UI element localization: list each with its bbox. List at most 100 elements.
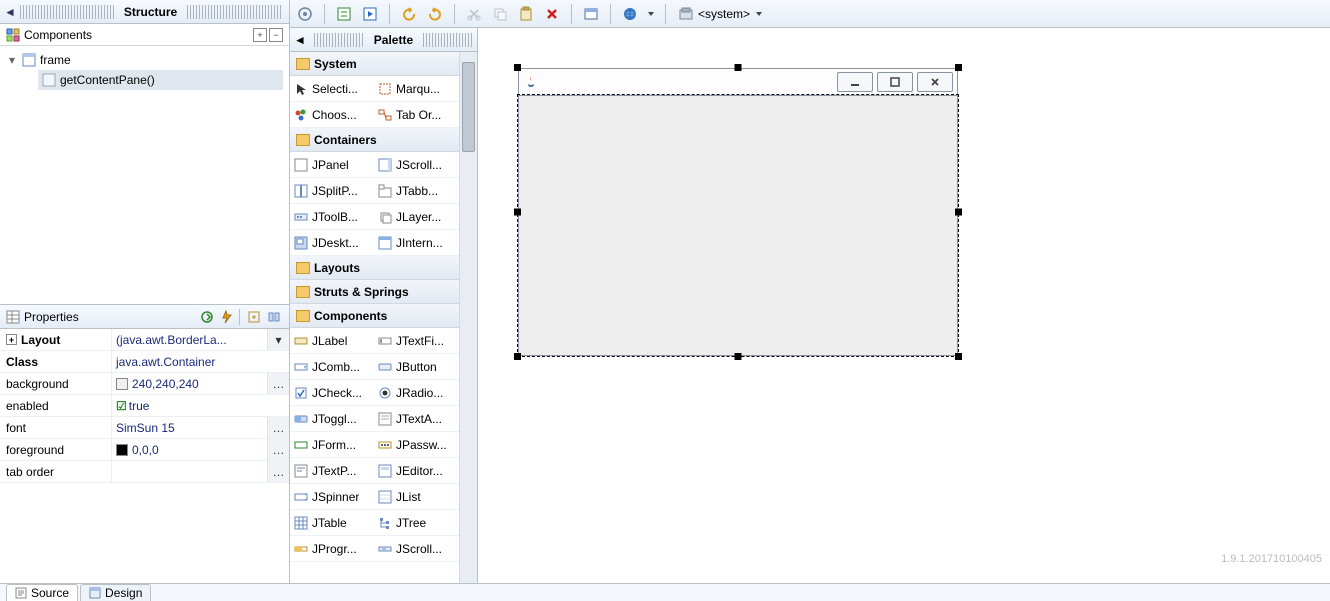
collapse-all-button[interactable]: − <box>269 28 283 42</box>
reparse-button[interactable] <box>359 3 381 25</box>
refresh-button[interactable] <box>294 3 316 25</box>
palette-item-jbutton[interactable]: JButton <box>374 354 458 379</box>
design-canvas[interactable]: 1.9.1.201710100405 <box>478 28 1330 583</box>
dropdown-icon[interactable] <box>754 9 764 19</box>
palette-item-jeditorpane[interactable]: JEditor... <box>374 458 458 483</box>
dropdown-icon[interactable]: ▾ <box>267 329 289 350</box>
maximize-button[interactable] <box>877 72 913 92</box>
prop-row-enabled[interactable]: enabled ☑true <box>0 395 289 417</box>
resize-handle[interactable] <box>514 353 521 360</box>
test-button[interactable] <box>333 3 355 25</box>
palette-item-jlist[interactable]: JList <box>374 484 458 509</box>
palette-item-jlayeredpane[interactable]: JLayer... <box>374 204 458 229</box>
palette-item-jtogglebutton[interactable]: JToggl... <box>290 406 374 431</box>
palette-item-jlabel[interactable]: JLabel <box>290 328 374 353</box>
close-button[interactable] <box>917 72 953 92</box>
undo-button[interactable] <box>398 3 420 25</box>
palette-category-containers[interactable]: Containers <box>290 128 459 152</box>
tab-design[interactable]: Design <box>80 584 151 601</box>
show-events-button[interactable] <box>218 308 236 326</box>
scrollbar-thumb[interactable] <box>462 62 475 152</box>
goto-definition-button[interactable] <box>245 308 263 326</box>
palette-item-jtoolbar[interactable]: JToolB... <box>290 204 374 229</box>
resize-handle[interactable] <box>955 353 962 360</box>
prop-row-foreground[interactable]: foreground 0,0,0 … <box>0 439 289 461</box>
palette-category-components[interactable]: Components <box>290 304 459 328</box>
palette-item-jtabbedpane[interactable]: JTabb... <box>374 178 458 203</box>
palette-item-jscrollpane[interactable]: JScroll... <box>374 152 458 177</box>
palette-category-layouts[interactable]: Layouts <box>290 256 459 280</box>
externalize-button[interactable] <box>619 3 641 25</box>
palette-item-taborder[interactable]: Tab Or... <box>374 102 458 127</box>
table-icon <box>294 516 308 530</box>
palette-list[interactable]: System Selecti... Marqu... Choos... Tab … <box>290 52 459 583</box>
palette-item-jtree[interactable]: JTree <box>374 510 458 535</box>
laf-combo[interactable]: <system> <box>674 6 768 22</box>
palette-item-selection[interactable]: Selecti... <box>290 76 374 101</box>
resize-handle[interactable] <box>955 64 962 71</box>
structure-tree[interactable]: ▾ frame getContentPane() <box>0 46 289 304</box>
palette-scrollbar[interactable] <box>459 52 477 583</box>
ellipsis-button[interactable]: … <box>267 373 289 394</box>
resize-handle[interactable] <box>955 209 962 216</box>
laf-label: <system> <box>698 7 750 21</box>
frame-preview[interactable] <box>518 68 958 356</box>
palette-category-system[interactable]: System <box>290 52 459 76</box>
palette-item-marquee[interactable]: Marqu... <box>374 76 458 101</box>
palette-item-jtable[interactable]: JTable <box>290 510 374 535</box>
tree-node-frame[interactable]: ▾ frame <box>6 50 283 70</box>
palette-item-jspinner[interactable]: JSpinner <box>290 484 374 509</box>
palette-item-jtextfield[interactable]: JTextFi... <box>374 328 458 353</box>
frame-contentpane[interactable] <box>518 96 958 356</box>
palette-item-jcombobox[interactable]: JComb... <box>290 354 374 379</box>
palette-item-jscrollbar[interactable]: JScroll... <box>374 536 458 561</box>
components-icon <box>6 28 20 42</box>
formattedfield-icon <box>294 438 308 452</box>
palette-item-jinternalframe[interactable]: JIntern... <box>374 230 458 255</box>
redo-button[interactable] <box>424 3 446 25</box>
copy-button[interactable] <box>489 3 511 25</box>
checkbox-icon <box>294 386 308 400</box>
resize-handle[interactable] <box>735 353 742 360</box>
collapse-left-icon[interactable]: ◄ <box>4 5 16 19</box>
prop-row-background[interactable]: background 240,240,240 … <box>0 373 289 395</box>
paste-button[interactable] <box>515 3 537 25</box>
tree-twisty-icon[interactable]: ▾ <box>6 53 18 67</box>
palette-item-jformattedtextfield[interactable]: JForm... <box>290 432 374 457</box>
locale-dropdown-icon[interactable] <box>645 3 657 25</box>
tree-node-contentpane[interactable]: getContentPane() <box>38 70 283 90</box>
palette-item-jsplitpane[interactable]: JSplitP... <box>290 178 374 203</box>
palette-category-struts[interactable]: Struts & Springs <box>290 280 459 304</box>
prop-row-class[interactable]: Class java.awt.Container <box>0 351 289 373</box>
preview-button[interactable] <box>580 3 602 25</box>
palette-item-choose[interactable]: Choos... <box>290 102 374 127</box>
expand-all-button[interactable]: + <box>253 28 267 42</box>
properties-header: Properties <box>0 305 289 329</box>
convert-button[interactable] <box>265 308 283 326</box>
minimize-button[interactable] <box>837 72 873 92</box>
palette-item-jprogressbar[interactable]: JProgr... <box>290 536 374 561</box>
resize-handle[interactable] <box>514 64 521 71</box>
cut-button[interactable] <box>463 3 485 25</box>
palette-item-jdesktoppane[interactable]: JDeskt... <box>290 230 374 255</box>
palette-item-jpanel[interactable]: JPanel <box>290 152 374 177</box>
palette-item-jpasswordfield[interactable]: JPassw... <box>374 432 458 457</box>
prop-row-taborder[interactable]: tab order … <box>0 461 289 483</box>
collapse-left-icon[interactable]: ◄ <box>290 33 310 47</box>
toolbar: <system> <box>290 0 1330 28</box>
delete-button[interactable] <box>541 3 563 25</box>
ellipsis-button[interactable]: … <box>267 439 289 460</box>
prop-row-font[interactable]: font SimSun 15 … <box>0 417 289 439</box>
tab-source[interactable]: Source <box>6 584 78 601</box>
show-advanced-button[interactable] <box>198 308 216 326</box>
prop-row-layout[interactable]: +Layout (java.awt.BorderLa... ▾ <box>0 329 289 351</box>
palette-item-jtextarea[interactable]: JTextA... <box>374 406 458 431</box>
palette-item-jcheckbox[interactable]: JCheck... <box>290 380 374 405</box>
ellipsis-button[interactable]: … <box>267 417 289 438</box>
resize-handle[interactable] <box>514 209 521 216</box>
properties-grid[interactable]: +Layout (java.awt.BorderLa... ▾ Class ja… <box>0 329 289 583</box>
ellipsis-button[interactable]: … <box>267 461 289 482</box>
palette-item-jradiobutton[interactable]: JRadio... <box>374 380 458 405</box>
resize-handle[interactable] <box>735 64 742 71</box>
palette-item-jtextpane[interactable]: JTextP... <box>290 458 374 483</box>
